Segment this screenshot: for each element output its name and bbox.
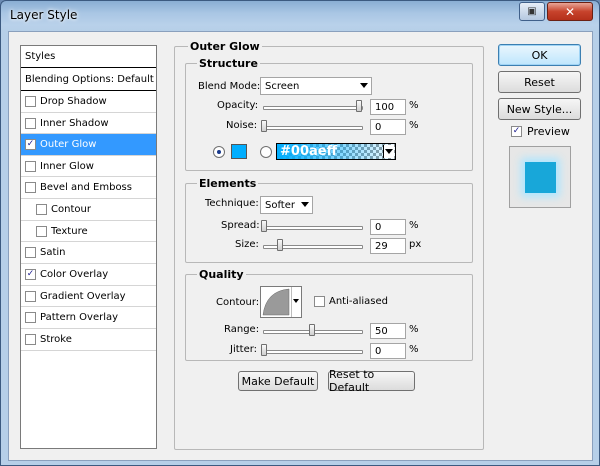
opacity-slider[interactable] — [263, 106, 363, 110]
gradient-color-text: #00aeff — [280, 144, 338, 159]
noise-slider[interactable] — [263, 126, 363, 130]
inner-shadow-checkbox[interactable] — [25, 117, 36, 129]
preview-swatch — [525, 162, 556, 193]
style-item-outer-glow[interactable]: ✓ Outer Glow — [21, 134, 156, 156]
checkmark-icon: ✓ — [26, 139, 35, 149]
contour-checkbox[interactable] — [36, 204, 47, 215]
size-unit: px — [409, 239, 422, 250]
dialog-client-area: Styles Blending Options: Default Drop Sh… — [8, 31, 593, 461]
range-label: Range: — [224, 324, 260, 335]
size-input[interactable]: 29 — [370, 238, 406, 254]
spread-input[interactable]: 0 — [370, 219, 406, 235]
elements-title: Elements — [197, 177, 259, 190]
jitter-input[interactable]: 0 — [370, 343, 406, 359]
style-item-contour[interactable]: Contour — [21, 199, 156, 221]
stroke-checkbox[interactable] — [25, 334, 36, 345]
noise-unit: % — [409, 120, 419, 131]
color-overlay-checkbox[interactable]: ✓ — [25, 269, 36, 280]
title-bar: Layer Style ▣ ✕ — [1, 1, 599, 31]
blend-mode-select[interactable]: Screen — [260, 77, 372, 95]
style-item-inner-shadow[interactable]: Inner Shadow — [21, 113, 156, 134]
layer-style-dialog: Layer Style ▣ ✕ Styles Blending Options:… — [0, 0, 600, 466]
style-item-stroke[interactable]: Stroke — [21, 329, 156, 351]
noise-input[interactable]: 0 — [370, 119, 406, 135]
opacity-unit: % — [409, 100, 419, 111]
satin-checkbox[interactable] — [25, 247, 36, 258]
spread-slider[interactable] — [263, 226, 363, 230]
drop-shadow-checkbox[interactable] — [25, 96, 36, 107]
gradient-overlay-checkbox[interactable] — [25, 290, 36, 302]
size-slider-thumb[interactable] — [277, 239, 283, 251]
size-label: Size: — [235, 239, 259, 250]
solid-color-radio[interactable] — [213, 146, 225, 158]
quality-group — [185, 274, 473, 361]
style-item-color-overlay[interactable]: ✓ Color Overlay — [21, 264, 156, 286]
style-item-texture[interactable]: Texture — [21, 221, 156, 242]
ok-button[interactable]: OK — [498, 44, 581, 66]
range-unit: % — [409, 324, 419, 335]
spread-unit: % — [409, 220, 419, 231]
close-icon: ✕ — [564, 4, 576, 19]
preview-checkbox[interactable]: ✓ — [511, 126, 522, 137]
glow-color-swatch[interactable] — [231, 144, 247, 159]
structure-title: Structure — [197, 57, 260, 70]
inner-glow-checkbox[interactable] — [25, 160, 36, 172]
style-item-pattern-overlay[interactable]: Pattern Overlay — [21, 307, 156, 329]
style-item-drop-shadow[interactable]: Drop Shadow — [21, 91, 156, 113]
styles-list: Styles Blending Options: Default Drop Sh… — [20, 45, 157, 449]
quality-title: Quality — [197, 268, 246, 281]
blend-mode-label: Blend Mode: — [198, 81, 261, 92]
styles-list-header[interactable]: Styles — [21, 46, 156, 68]
chevron-down-icon — [301, 202, 309, 207]
jitter-slider-thumb[interactable] — [261, 344, 267, 356]
style-item-bevel-emboss[interactable]: Bevel and Emboss — [21, 177, 156, 199]
anti-aliased-label: Anti-aliased — [329, 296, 389, 307]
jitter-unit: % — [409, 344, 419, 355]
jitter-label: Jitter: — [230, 344, 258, 355]
style-item-gradient-overlay[interactable]: Gradient Overlay — [21, 286, 156, 307]
bevel-emboss-checkbox[interactable] — [25, 182, 36, 193]
range-slider-thumb[interactable] — [309, 324, 315, 336]
outer-glow-title: Outer Glow — [188, 40, 262, 53]
texture-checkbox[interactable] — [36, 225, 47, 237]
checkmark-icon: ✓ — [26, 269, 35, 279]
new-style-button[interactable]: New Style... — [498, 98, 581, 120]
technique-select[interactable]: Softer — [260, 196, 313, 214]
preview-label: Preview — [527, 125, 570, 138]
chevron-down-icon[interactable] — [383, 145, 394, 158]
opacity-input[interactable]: 100 — [370, 99, 406, 115]
reset-to-default-button[interactable]: Reset to Default — [328, 368, 415, 394]
noise-slider-thumb[interactable] — [261, 120, 267, 132]
reset-button[interactable]: Reset — [498, 71, 581, 93]
blending-options-item[interactable]: Blending Options: Default — [21, 68, 156, 91]
checkmark-icon: ✓ — [512, 126, 521, 136]
contour-picker[interactable] — [260, 286, 302, 318]
jitter-slider[interactable] — [263, 350, 363, 354]
gradient-picker[interactable]: #00aeff — [276, 143, 396, 160]
chevron-down-icon — [360, 83, 368, 88]
contour-label: Contour: — [216, 297, 260, 308]
noise-label: Noise: — [226, 120, 258, 131]
pattern-overlay-checkbox[interactable] — [25, 312, 36, 323]
gradient-radio[interactable] — [260, 146, 272, 158]
help-icon[interactable]: ▣ — [519, 2, 545, 21]
make-default-button[interactable]: Make Default — [238, 371, 318, 391]
window-title: Layer Style — [10, 8, 78, 22]
style-item-satin[interactable]: Satin — [21, 242, 156, 264]
style-preview — [509, 146, 571, 208]
opacity-label: Opacity: — [217, 100, 259, 111]
technique-label: Technique: — [205, 198, 259, 209]
close-button[interactable]: ✕ — [547, 2, 593, 21]
outer-glow-checkbox[interactable]: ✓ — [25, 139, 36, 150]
anti-aliased-checkbox[interactable] — [314, 296, 325, 307]
range-input[interactable]: 50 — [370, 323, 406, 339]
opacity-slider-thumb[interactable] — [356, 100, 362, 112]
style-item-inner-glow[interactable]: Inner Glow — [21, 156, 156, 177]
spread-slider-thumb[interactable] — [261, 220, 267, 232]
spread-label: Spread: — [221, 220, 260, 231]
contour-curve-icon — [262, 288, 290, 316]
chevron-down-icon[interactable] — [291, 287, 301, 317]
